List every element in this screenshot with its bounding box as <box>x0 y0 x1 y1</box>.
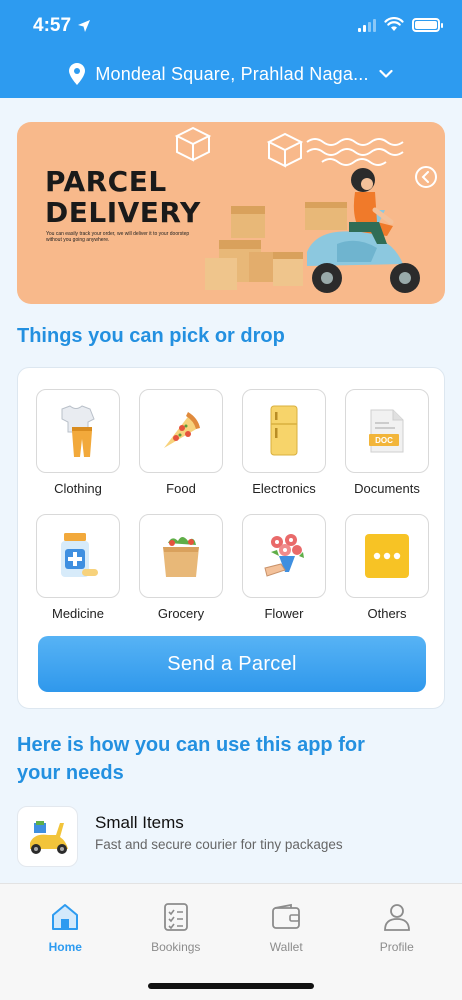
scooter-icon <box>29 820 68 854</box>
category-food[interactable]: Food <box>139 389 223 496</box>
nav-item-home[interactable]: Home <box>20 902 110 954</box>
home-indicator[interactable] <box>148 983 314 989</box>
category-tile[interactable]: DOC <box>345 389 429 473</box>
doc-badge-text: DOC <box>375 436 393 445</box>
promo-banner[interactable]: PARCEL DELIVERY You can easily track you… <box>17 122 445 304</box>
category-documents[interactable]: DOC Documents <box>345 389 429 496</box>
use-section-title-line2: your needs <box>17 762 124 784</box>
map-pin-icon <box>69 63 86 85</box>
category-tile[interactable] <box>242 514 326 598</box>
category-tile[interactable] <box>242 389 326 473</box>
status-time: 4:57 <box>33 15 91 37</box>
nav-item-profile[interactable]: Profile <box>352 902 442 954</box>
checklist-icon <box>163 903 188 931</box>
use-item-small-items[interactable]: Small Items Fast and secure courier for … <box>17 806 445 868</box>
category-label: Clothing <box>54 481 102 496</box>
status-indicators <box>358 17 443 32</box>
wallet-icon <box>272 903 301 929</box>
cellular-signal-icon <box>358 18 376 32</box>
use-section-title: Here is how you can use this app for you… <box>17 731 365 787</box>
nav-label-home: Home <box>48 940 82 954</box>
category-tile[interactable] <box>36 389 120 473</box>
category-grid: Clothing Food Electronics DOC Documents … <box>36 389 429 621</box>
fridge-icon <box>270 405 298 456</box>
user-icon <box>383 904 410 931</box>
nav-label-profile: Profile <box>379 940 414 954</box>
use-item-description: Fast and secure courier for tiny package… <box>95 837 343 852</box>
battery-icon <box>412 17 443 32</box>
status-time-text: 4:57 <box>33 15 72 36</box>
category-label: Food <box>166 481 196 496</box>
category-label: Grocery <box>157 606 205 621</box>
chevron-down-icon <box>379 69 393 78</box>
category-label: Documents <box>354 481 420 496</box>
category-flower[interactable]: Flower <box>242 514 326 621</box>
category-medicine[interactable]: Medicine <box>36 514 120 621</box>
flower-bouquet-icon <box>264 534 304 577</box>
category-others[interactable]: Others <box>345 514 429 621</box>
categories-card: Clothing Food Electronics DOC Documents … <box>17 367 445 709</box>
category-tile[interactable] <box>139 389 223 473</box>
category-label: Others <box>367 606 407 621</box>
category-clothing[interactable]: Clothing <box>36 389 120 496</box>
nav-label-wallet: Wallet <box>269 940 303 954</box>
use-section-title-line1: Here is how you can use this app for <box>17 734 365 756</box>
category-electronics[interactable]: Electronics <box>242 389 326 496</box>
more-dots-icon <box>365 534 409 578</box>
nav-item-bookings[interactable]: Bookings <box>131 902 221 954</box>
banner-prev-button[interactable] <box>415 166 437 188</box>
use-item-title: Small Items <box>95 813 184 832</box>
medicine-icon <box>61 533 98 577</box>
delivery-illustration <box>174 126 420 293</box>
status-bar: 4:57 <box>0 12 462 40</box>
category-tile[interactable] <box>345 514 429 598</box>
clothing-icon <box>61 405 95 457</box>
home-icon <box>52 904 79 930</box>
document-icon: DOC <box>369 409 404 453</box>
send-parcel-button[interactable]: Send a Parcel <box>38 636 426 692</box>
category-label: Flower <box>264 606 304 621</box>
location-arrow-icon <box>78 20 91 32</box>
location-text: Mondeal Square, Prahlad Naga... <box>95 63 369 84</box>
category-label: Electronics <box>252 481 316 496</box>
category-grocery[interactable]: Grocery <box>139 514 223 621</box>
location-selector[interactable]: Mondeal Square, Prahlad Naga... <box>0 60 462 88</box>
pick-section-title: Things you can pick or drop <box>17 325 285 347</box>
app-header: 4:57 Mondeal Square, Prahlad Naga... <box>0 0 462 98</box>
chevron-left-icon <box>421 171 429 183</box>
category-tile[interactable] <box>139 514 223 598</box>
nav-item-wallet[interactable]: Wallet <box>241 902 331 954</box>
nav-label-bookings: Bookings <box>151 940 201 954</box>
use-item-icon-box <box>17 806 78 867</box>
category-label: Medicine <box>51 606 105 621</box>
category-tile[interactable] <box>36 514 120 598</box>
grocery-bag-icon <box>163 537 199 577</box>
wifi-icon <box>384 17 404 31</box>
pizza-icon <box>164 412 200 448</box>
